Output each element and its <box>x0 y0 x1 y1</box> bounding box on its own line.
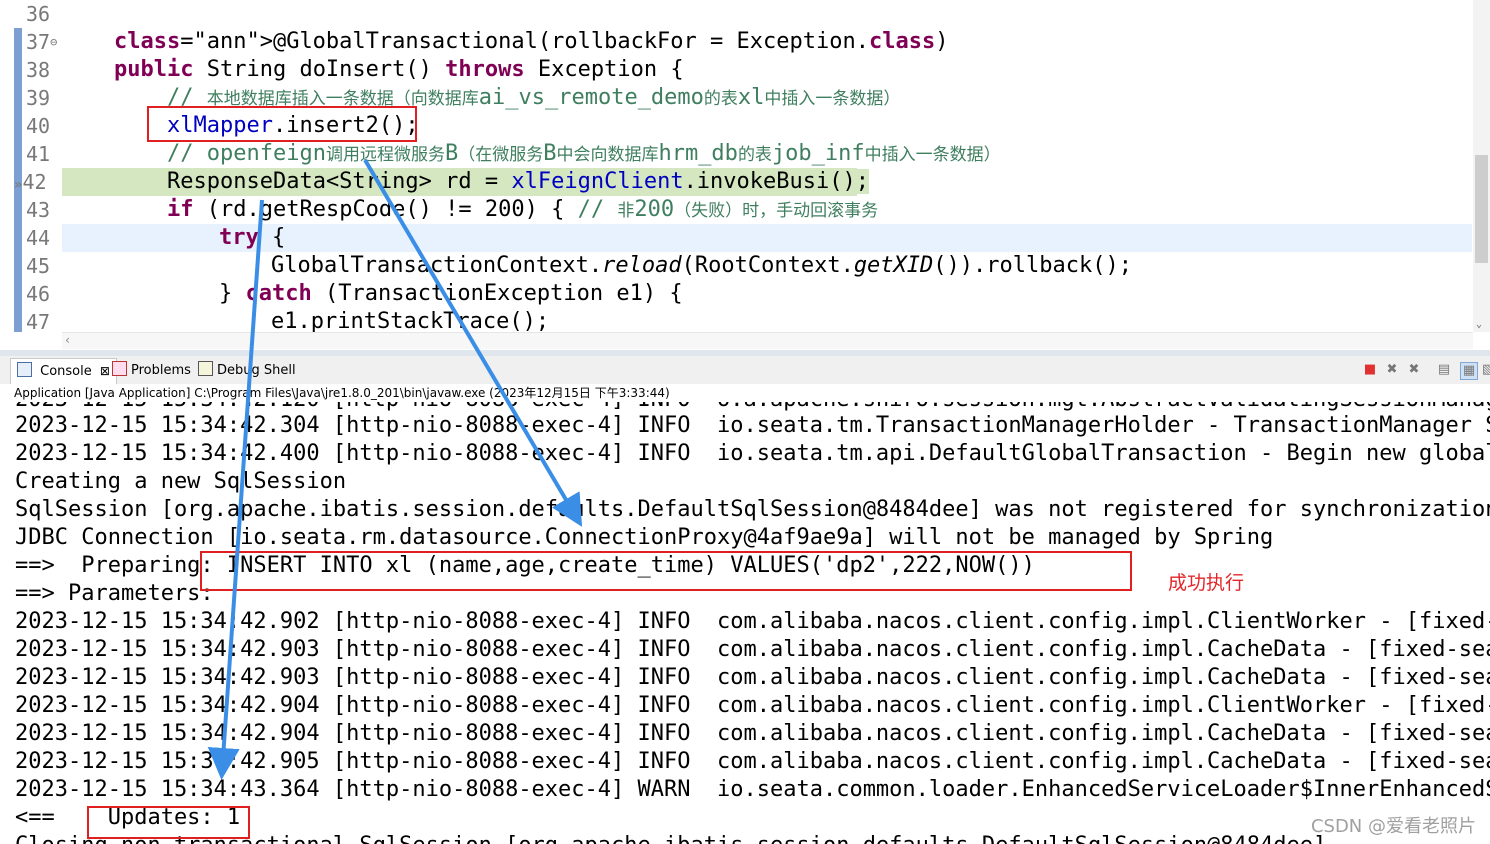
line-number: 47 <box>26 310 51 334</box>
line-number: »42 <box>14 170 47 194</box>
highlight-box-insert <box>147 106 417 142</box>
code-text: class="ann">@GlobalTransactional(rollbac… <box>114 29 949 54</box>
scrollbar-thumb[interactable] <box>1475 155 1488 263</box>
line-number: 39 <box>26 86 51 110</box>
scroll-down-icon[interactable]: ⌄ <box>1476 319 1482 330</box>
tab-console[interactable]: Console ⊠ <box>10 358 117 384</box>
line-number: 41 <box>26 142 51 166</box>
code-text: ResponseData<String> rd = xlFeignClient.… <box>167 169 869 194</box>
code-text: try { <box>219 225 286 250</box>
console-line: 2023-12-15 15:34:42.903 [http-nio-8088-e… <box>15 637 1490 662</box>
debug-shell-icon <box>198 361 213 376</box>
code-text: GlobalTransactionContext.reload(RootCont… <box>271 253 1132 278</box>
watermark: CSDN @爱看老照片 <box>1310 816 1476 837</box>
code-editor[interactable]: 36 37⊖ 38 39 40 41 »42 43 44 45 46 47 cl… <box>0 0 1490 350</box>
remove-all-icon[interactable]: ✖ <box>1406 362 1422 378</box>
success-note: 成功执行 <box>1168 572 1245 594</box>
console-line: ==> Parameters: <box>15 581 227 606</box>
line-number: 43 <box>26 198 51 222</box>
clear-console-icon[interactable]: ▤ <box>1436 362 1452 378</box>
code-line-43[interactable]: if (rd.getRespCode() != 200) { // 非200（失… <box>62 196 1472 224</box>
console-tab-bar: Console ⊠ Problems Debug Shell ■ ✖ ✖ ▤ ▦… <box>0 356 1490 384</box>
console-line: 2023-12-15 15:34:42.904 [http-nio-8088-e… <box>15 693 1490 718</box>
code-line-45[interactable]: GlobalTransactionContext.reload(RootCont… <box>62 252 1472 280</box>
code-line-41[interactable]: // openfeign调用远程微服务B（在微服务B中会向数据库hrm_db的表… <box>62 140 1472 168</box>
scroll-lock-icon[interactable]: ▦ <box>1460 362 1478 380</box>
remove-launch-icon[interactable]: ✖ <box>1384 362 1400 378</box>
line-number: 46 <box>26 282 51 306</box>
console-line: 2023-12-15 15:34:42.902 [http-nio-8088-e… <box>15 609 1490 634</box>
console-line: 2023-12-15 15:34:42.905 [http-nio-8088-e… <box>15 749 1490 774</box>
console-output[interactable]: 2023-12-15 15:34:42.120 [http-nio-8088-e… <box>0 402 1490 844</box>
code-text: // openfeign调用远程微服务B（在微服务B中会向数据库hrm_db的表… <box>167 141 1001 166</box>
scroll-left-icon[interactable]: ‹ <box>64 333 71 347</box>
highlight-box-preparing <box>200 551 1132 591</box>
line-number: 36 <box>26 2 51 26</box>
problems-icon <box>112 361 127 376</box>
line-number: 38 <box>26 58 51 82</box>
tab-debug-shell[interactable]: Debug Shell <box>198 361 296 379</box>
editor-vertical-scrollbar[interactable]: ⌄ <box>1473 0 1490 332</box>
console-line: SqlSession [org.apache.ibatis.session.de… <box>15 497 1490 522</box>
tab-problems[interactable]: Problems <box>112 361 191 379</box>
console-line: 2023-12-15 15:34:42.400 [http-nio-8088-e… <box>15 441 1490 466</box>
code-line-42[interactable]: ResponseData<String> rd = xlFeignClient.… <box>62 168 1472 196</box>
highlight-box-updates <box>87 806 250 839</box>
console-line: Creating a new SqlSession <box>15 469 347 494</box>
code-line-37[interactable]: class="ann">@GlobalTransactional(rollbac… <box>62 28 1472 56</box>
console-line: 2023-12-15 15:34:42.904 [http-nio-8088-e… <box>15 721 1490 746</box>
code-line-46[interactable]: } catch (TransactionException e1) { <box>62 280 1472 308</box>
code-text: e1.printStackTrace(); <box>271 309 550 334</box>
editor-horizontal-scrollbar[interactable]: ‹ <box>62 332 1473 349</box>
code-text: public String doInsert() throws Exceptio… <box>114 57 684 82</box>
word-wrap-icon[interactable]: ▧ <box>1480 362 1490 378</box>
console-icon <box>17 362 32 377</box>
fold-icon: ⊖ <box>50 35 58 49</box>
line-number: 45 <box>26 254 51 278</box>
console-line: 2023-12-15 15:34:42.903 [http-nio-8088-e… <box>15 665 1490 690</box>
console-line: 2023-12-15 15:34:43.364 [http-nio-8088-e… <box>15 777 1490 802</box>
code-text: } catch (TransactionException e1) { <box>219 281 683 306</box>
line-number: 44 <box>26 226 51 250</box>
line-number: 37⊖ <box>26 30 58 54</box>
code-line-44[interactable]: try { <box>62 224 1472 252</box>
close-icon[interactable]: ⊠ <box>100 364 110 378</box>
console-line: 2023-12-15 15:34:42.304 [http-nio-8088-e… <box>15 413 1490 438</box>
console-line: JDBC Connection [io.seata.rm.datasource.… <box>15 525 1274 550</box>
launch-description: Application [Java Application] C:\Progra… <box>0 384 1490 402</box>
code-text: if (rd.getRespCode() != 200) { // 非200（失… <box>167 197 879 222</box>
terminate-icon[interactable]: ■ <box>1362 362 1378 378</box>
line-number: 40 <box>26 114 51 138</box>
code-line-38[interactable]: public String doInsert() throws Exceptio… <box>62 56 1472 84</box>
